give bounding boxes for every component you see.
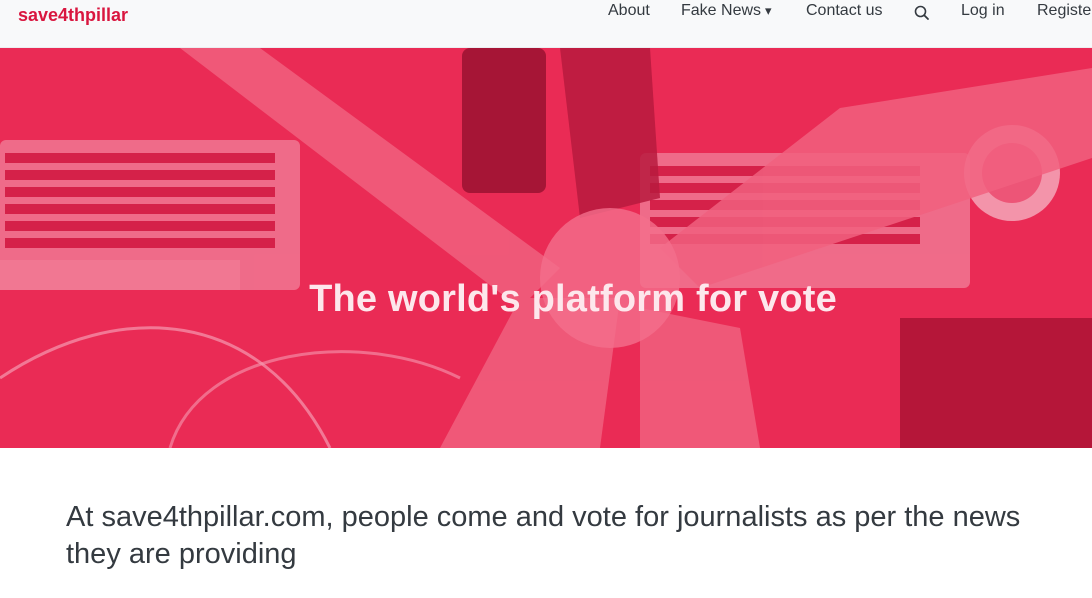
search-icon[interactable] — [913, 4, 931, 22]
hero-background-image — [0, 48, 1092, 448]
nav-about-link[interactable]: About — [608, 1, 650, 21]
nav-register-link[interactable]: Register — [1037, 1, 1092, 21]
top-navbar: save4thpillar About Fake News ▾ Contact u… — [0, 0, 1092, 48]
nav-contact-link[interactable]: Contact us — [806, 1, 882, 21]
nav-fake-news-label: Fake News — [681, 2, 762, 19]
brand-logo-link[interactable]: save4thpillar — [18, 4, 128, 26]
nav-login-link[interactable]: Log in — [961, 1, 1005, 21]
laptop-left-image — [0, 140, 300, 290]
nav-fake-news-dropdown[interactable]: Fake News ▾ — [681, 1, 772, 21]
site-tagline: At save4thpillar.com, people come and vo… — [66, 501, 1021, 570]
hero-banner: The world's platform for vote — [0, 48, 1092, 448]
hero-title: The world's platform for vote — [309, 278, 837, 321]
chevron-down-icon: ▾ — [765, 3, 772, 18]
